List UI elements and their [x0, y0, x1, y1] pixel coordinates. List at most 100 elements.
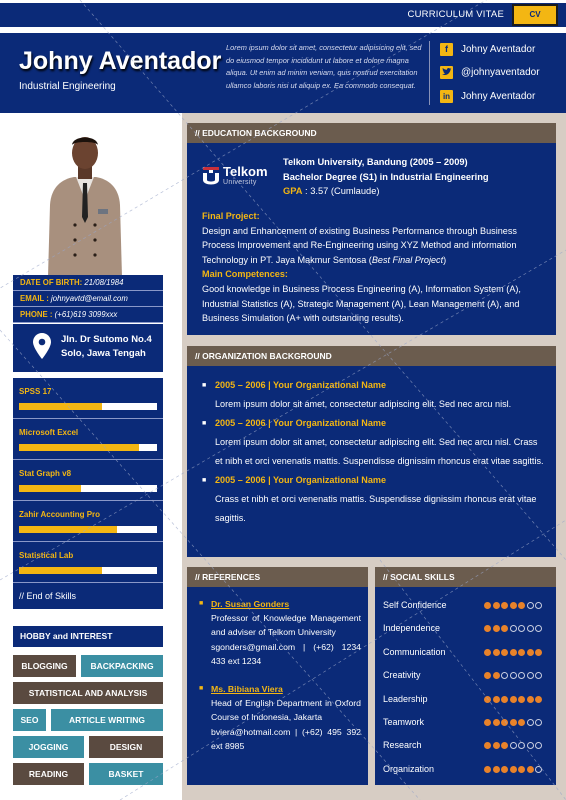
filled-dot-icon [509, 602, 517, 609]
intro-text: Lorem ipsum dolor sit amet, consectetur … [226, 43, 422, 90]
bullet-icon: ■ [199, 685, 204, 693]
email[interactable]: EMAIL : johnyavtd@email.com [13, 291, 163, 307]
bullet-icon: ■ [199, 600, 204, 607]
skill-bar-fill [19, 444, 140, 451]
social-skills-list: Self Confidence Independence Communication… [383, 597, 549, 784]
section-title: // ORGANIZATION BACKGROUND [187, 346, 556, 366]
social-skill-name: Teamwork [383, 716, 425, 727]
filled-dot-icon [509, 695, 517, 703]
skill-name: SPSS 17 [19, 387, 52, 396]
profile-photo [40, 125, 130, 277]
filled-dot-icon [492, 602, 500, 609]
references-list: ■ Dr. Susan Gonders Professor of Knowled… [197, 597, 361, 753]
social-skill-row: Teamwork [383, 714, 549, 737]
reference-name: Dr. Susan Gonders [211, 599, 290, 609]
organization-item: ■ 2005 – 2006 | Your Organizational Name… [202, 376, 547, 414]
bullet-icon: ■ [202, 420, 207, 427]
skill-bar [19, 526, 157, 533]
skill-bar-fill [19, 567, 102, 574]
empty-dot-icon [535, 625, 542, 633]
competences-label: Main Competences: [202, 269, 288, 280]
social-skill-name: Research [383, 740, 422, 751]
university-logo-text: Telkom [223, 164, 268, 179]
filled-dot-icon [501, 602, 508, 609]
filled-dot-icon [492, 742, 500, 750]
rating-dots [484, 602, 542, 609]
final-project-text: Design and Enhancement of existing Busin… [202, 225, 517, 265]
organization-text: Lorem ipsum dolor sit amet, consectetur … [215, 399, 512, 409]
phone: PHONE : (+61)619 3099xxx [13, 307, 163, 323]
hobby-tag: BASKET [89, 763, 163, 785]
reference-name: Ms. Bibiana Viera [211, 684, 283, 695]
filled-dot-icon [518, 718, 525, 726]
education-details: Final Project: Design and Enhancement of… [202, 209, 547, 326]
social-label: Johny Aventador [461, 90, 536, 102]
social-facebook[interactable]: f Johny Aventador [440, 41, 535, 57]
rating-dots [484, 625, 542, 633]
empty-dot-icon [509, 672, 517, 680]
filled-dot-icon [492, 625, 500, 633]
social-skill-name: Leadership [383, 693, 428, 704]
social-skill-name: Communication [383, 646, 446, 657]
references-section: // REFERENCES ■ Dr. Susan Gonders Profes… [187, 567, 368, 785]
bullet-icon: ■ [202, 382, 207, 389]
rating-dots [484, 695, 542, 703]
person-name: Johny Aventador [19, 47, 222, 75]
section-title: // EDUCATION BACKGROUND [187, 123, 556, 143]
filled-dot-icon [509, 648, 517, 656]
facebook-icon: f [440, 42, 453, 56]
organization-heading: 2005 – 2006 | Your Organizational Name [215, 380, 387, 390]
social-skill-row: Organization [383, 761, 549, 784]
filled-dot-icon [484, 765, 491, 773]
skill-bar-fill [19, 526, 117, 533]
filled-dot-icon [484, 695, 491, 703]
organization-text: Crass et nibh et orci venenatis mattis. … [215, 494, 537, 523]
end-of-skills-label: // End of Skills [13, 583, 163, 609]
skill-item: SPSS 17 [13, 378, 163, 419]
skill-item: Microsoft Excel [13, 419, 163, 460]
divider [429, 41, 430, 105]
skill-item: Stat Graph v8 [13, 460, 163, 501]
reference-contact: sgonders@gmail.com | (+62) 1234 433 ext … [211, 641, 361, 666]
reference-contact: bviera@hotmail.com | (+62) 495 392 ext 8… [211, 726, 361, 751]
skill-name: Zahir Accounting Pro [19, 510, 101, 519]
social-skill-row: Research [383, 737, 549, 760]
hobby-tag: BACKPACKING [81, 655, 163, 677]
empty-dot-icon [518, 742, 525, 750]
filled-dot-icon [501, 765, 508, 773]
final-project-label: Final Project: [202, 211, 260, 221]
filled-dot-icon [518, 765, 525, 773]
skill-bar [19, 485, 157, 492]
skill-bar-fill [19, 403, 102, 410]
social-skill-row: Independence [383, 620, 549, 643]
document-type-label: CURRICULUM VITAE [407, 9, 504, 20]
bullet-icon: ■ [202, 477, 207, 484]
empty-dot-icon [509, 625, 517, 633]
university-name: Telkom University, Bandung (2005 – 2009) [283, 157, 468, 167]
hobby-tag: ARTICLE WRITING [51, 709, 163, 731]
skill-bar-fill [19, 485, 82, 492]
location-pin-icon [33, 333, 51, 359]
education-summary: Telkom University, Bandung (2005 – 2009)… [283, 155, 489, 199]
competences-text: Good knowledge in Business Process Engin… [202, 283, 521, 324]
social-skill-row: Self Confidence [383, 597, 549, 620]
degree: Bachelor Degree (S1) in Industrial Engin… [283, 171, 489, 182]
filled-dot-icon [484, 625, 491, 633]
filled-dot-icon [526, 765, 534, 773]
social-linkedin[interactable]: in Johny Aventador [440, 88, 535, 104]
social-twitter[interactable]: @johnyaventador [440, 64, 540, 80]
filled-dot-icon [484, 672, 491, 680]
social-skills-section: // SOCIAL SKILLS Self Confidence Independ… [375, 567, 556, 785]
social-skill-row: Communication [383, 644, 549, 667]
filled-dot-icon [484, 602, 491, 609]
organization-list: ■ 2005 – 2006 | Your Organizational Name… [202, 376, 547, 528]
empty-dot-icon [526, 718, 534, 726]
hobby-tag: DESIGN [89, 736, 163, 758]
university-logo-subtext: University [223, 179, 257, 186]
social-skill-row: Leadership [383, 691, 549, 714]
organization-heading: 2005 – 2006 | Your Organizational Name [215, 418, 387, 428]
hobby-tag: JOGGING [13, 736, 84, 758]
social-skill-name: Independence [383, 623, 441, 634]
filled-dot-icon [492, 648, 500, 656]
social-skill-name: Creativity [383, 670, 421, 681]
